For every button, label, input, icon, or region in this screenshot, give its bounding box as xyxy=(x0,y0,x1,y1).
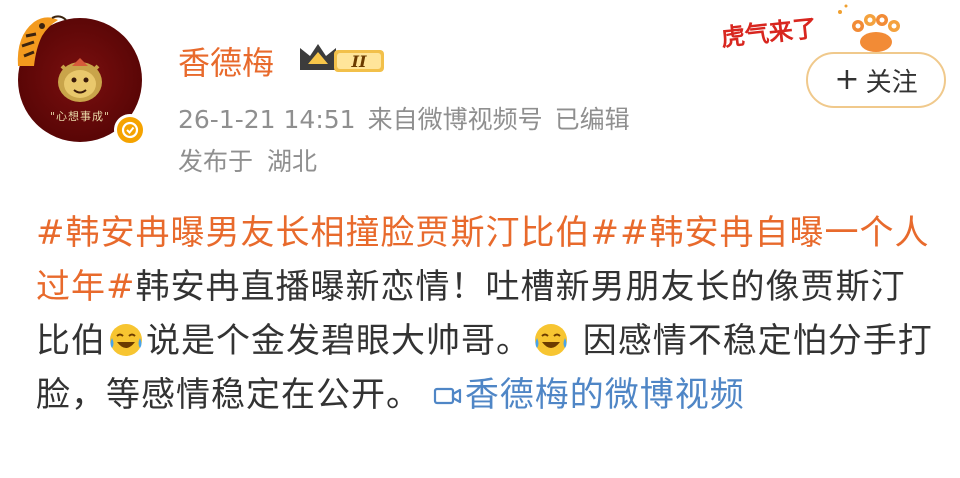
post-location: 发布于 湖北 xyxy=(178,142,331,178)
video-link-label: 香德梅的微博视频 xyxy=(464,375,745,415)
video-camera-icon xyxy=(433,387,461,405)
post-text: #韩安冉曝男友长相撞脸贾斯汀比伯##韩安冉自曝一个人过年#韩安冉直播曝新恋情！吐… xyxy=(36,206,936,422)
user-name[interactable]: 香德梅 xyxy=(178,38,274,84)
video-link[interactable]: 香德梅的微博视频 xyxy=(433,375,745,415)
location-value: 湖北 xyxy=(267,147,318,176)
follow-button-label: 关注 xyxy=(865,67,918,98)
post-meta: 26-1-21 14:51 来自微博视频号 已编辑 xyxy=(178,100,642,136)
post-source[interactable]: 微博视频号 xyxy=(418,105,543,134)
hashtag-link[interactable]: #韩安冉曝男友长相撞脸贾斯汀比伯# xyxy=(36,213,620,253)
post-timestamp[interactable]: 26-1-21 14:51 xyxy=(178,105,356,134)
source-prefix: 来自 xyxy=(367,105,418,134)
post-text-segment: 说是个金发碧眼大帅哥。 xyxy=(146,321,531,361)
sticker-text: 虎气来了 xyxy=(720,14,818,52)
edited-label[interactable]: 已编辑 xyxy=(555,105,630,134)
vip-crown-badge-icon[interactable]: II xyxy=(294,38,390,78)
location-label: 发布于 xyxy=(178,147,254,176)
laugh-cry-emoji-icon xyxy=(110,324,142,356)
follow-button[interactable]: + 关注 xyxy=(806,52,946,108)
avatar[interactable]: "心想事成" xyxy=(17,15,150,150)
verified-badge-icon xyxy=(114,114,146,146)
tiger-decoration-icon xyxy=(17,15,67,66)
laugh-cry-emoji-icon xyxy=(535,324,567,356)
plus-icon: + xyxy=(834,62,860,97)
vip-level: II xyxy=(351,52,367,71)
